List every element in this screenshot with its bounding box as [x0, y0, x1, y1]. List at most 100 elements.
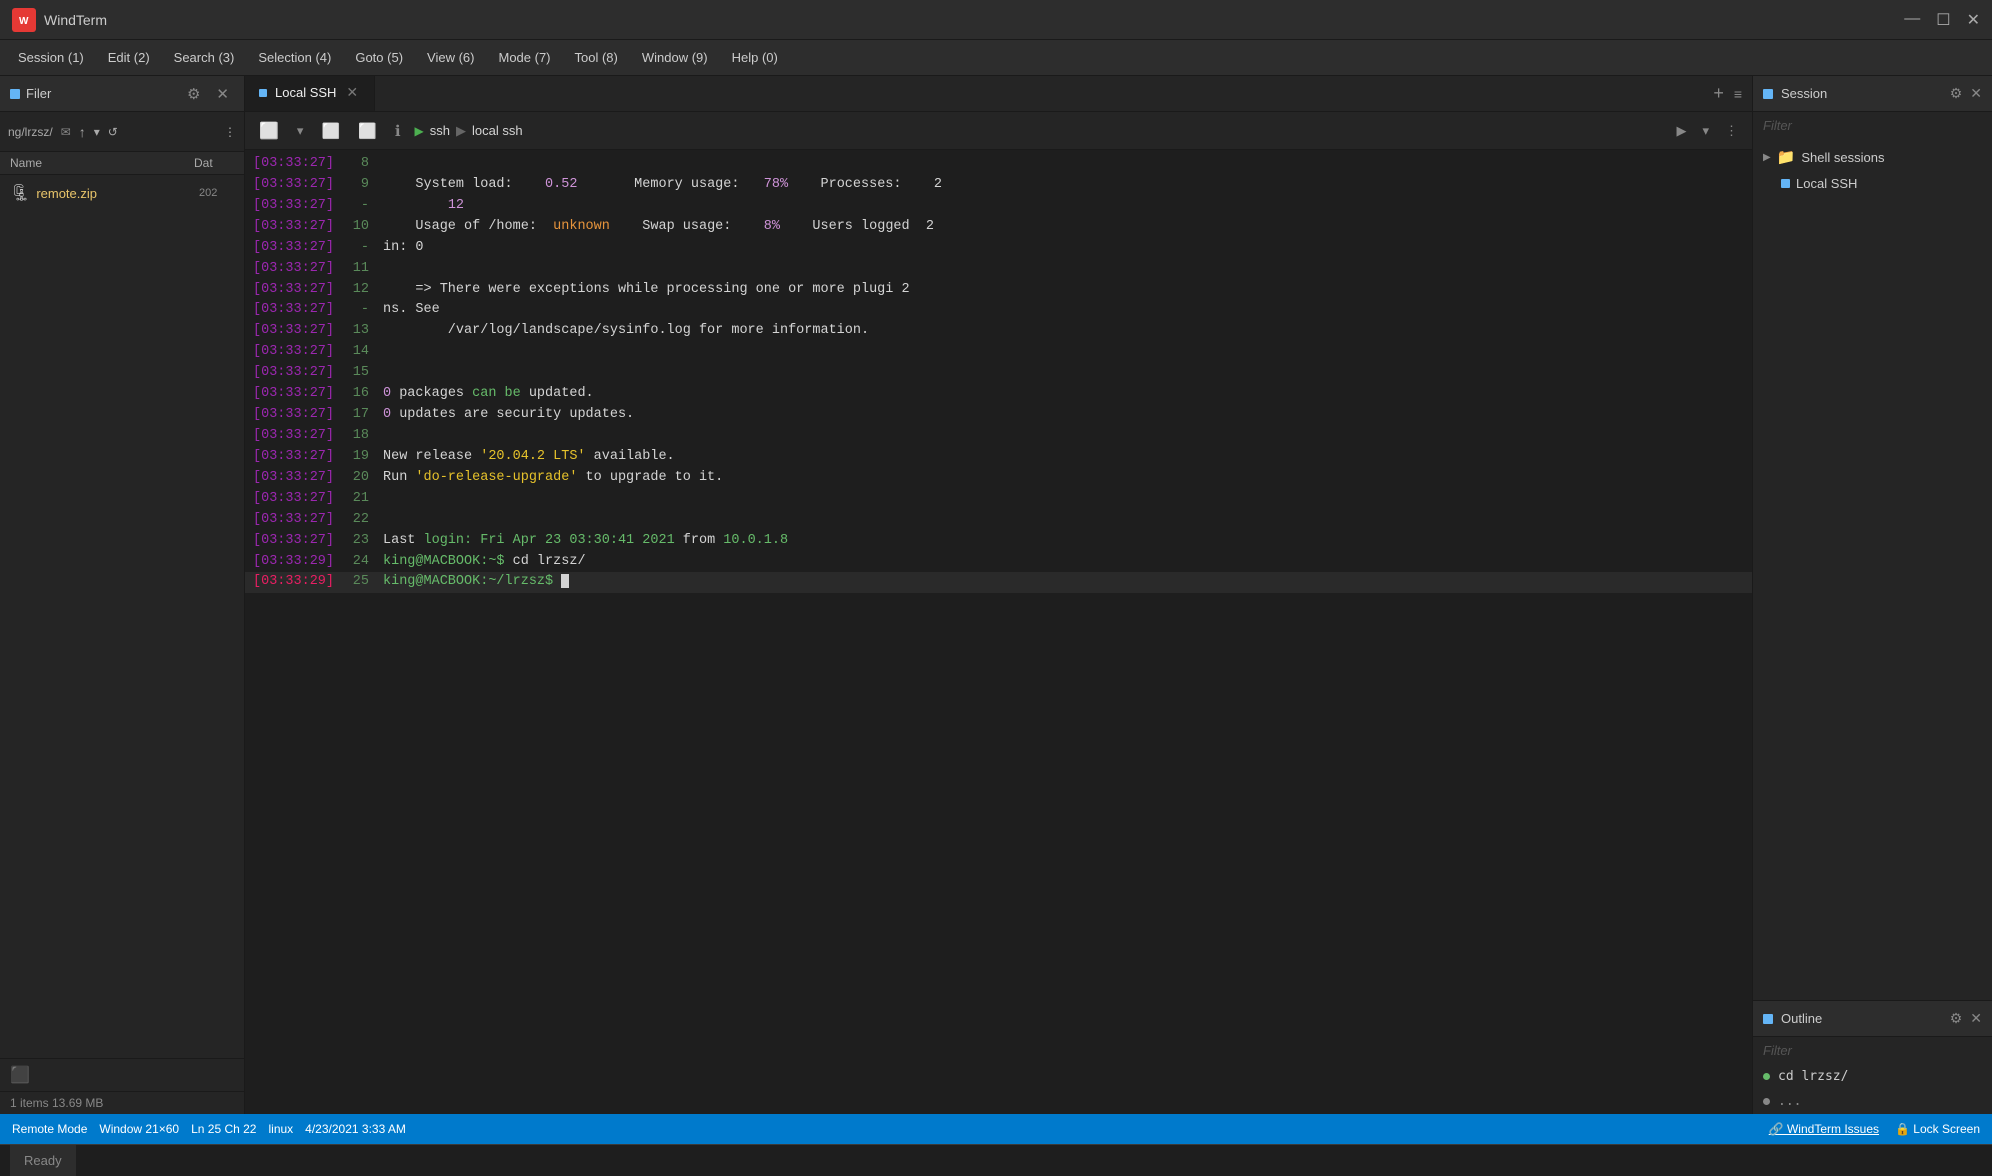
status-datetime[interactable]: 4/23/2021 3:33 AM	[305, 1122, 406, 1136]
terminal-line: [03:33:27] 8	[245, 154, 1752, 175]
menu-window[interactable]: Window (9)	[632, 46, 718, 69]
outline-tab-indicator	[1763, 1014, 1773, 1024]
session-tab-label: Session	[1781, 86, 1942, 101]
status-left: Remote Mode Window 21×60 Ln 25 Ch 22 lin…	[12, 1122, 406, 1136]
terminal-line: [03:33:27] - 12	[245, 196, 1752, 217]
breadcrumb-arrow: ▶	[415, 124, 424, 138]
outline-item-dots[interactable]: ...	[1753, 1089, 1992, 1114]
terminal-line: [03:33:27] 23 Last login: Fri Apr 23 03:…	[245, 531, 1752, 552]
menu-help[interactable]: Help (0)	[722, 46, 788, 69]
filer-refresh-icon[interactable]: ↺	[108, 125, 118, 139]
term-linenum: 21	[333, 489, 369, 510]
filer-dropdown-icon[interactable]: ▾	[94, 125, 100, 139]
menu-search[interactable]: Search (3)	[164, 46, 245, 69]
close-button[interactable]: ✕	[1967, 10, 1980, 30]
maximize-button[interactable]: ☐	[1936, 10, 1950, 30]
term-time: [03:33:27]	[253, 238, 333, 259]
outline-panel: Outline ⚙ ✕ Filter cd lrzsz/ ...	[1753, 1000, 1992, 1114]
terminal-line: [03:33:27] 15	[245, 363, 1752, 384]
menu-edit[interactable]: Edit (2)	[98, 46, 160, 69]
term-text: System load: 0.52 Memory usage: 78% Proc…	[383, 175, 942, 196]
outline-settings-icon[interactable]: ⚙	[1950, 1010, 1963, 1027]
session-settings-icon[interactable]: ⚙	[1950, 85, 1963, 102]
terminal-more-icon[interactable]: ⋮	[1721, 121, 1742, 141]
terminal-line: [03:33:27] 19 New release '20.04.2 LTS' …	[245, 447, 1752, 468]
filer-item[interactable]: 🗜 remote.zip 202	[0, 179, 244, 207]
terminal-line: [03:33:27] 22	[245, 510, 1752, 531]
filer-up-icon[interactable]: ↑	[79, 124, 86, 140]
info-icon[interactable]: ℹ	[391, 120, 405, 142]
outline-item-cd[interactable]: cd lrzsz/	[1753, 1064, 1992, 1089]
split-down-icon[interactable]: ⬜	[354, 120, 381, 142]
outline-close-icon[interactable]: ✕	[1970, 1010, 1982, 1027]
menu-bar: Session (1) Edit (2) Search (3) Selectio…	[0, 40, 1992, 76]
filer-tab-indicator	[10, 89, 20, 99]
terminal-line: [03:33:27] 12 => There were exceptions w…	[245, 280, 1752, 301]
bottom-bar: Ready	[0, 1144, 1992, 1176]
menu-selection[interactable]: Selection (4)	[248, 46, 341, 69]
status-issues-link[interactable]: 🔗 WindTerm Issues	[1769, 1122, 1879, 1136]
menu-view[interactable]: View (6)	[417, 46, 484, 69]
scroll-down-icon[interactable]: ▾	[1698, 121, 1713, 141]
minimize-button[interactable]: —	[1904, 10, 1920, 30]
session-item-local-ssh[interactable]: Local SSH	[1753, 171, 1992, 196]
session-tree: ▶ 📁 Shell sessions Local SSH	[1753, 139, 1992, 1000]
session-group-shell[interactable]: ▶ 📁 Shell sessions	[1753, 143, 1992, 171]
status-remote-mode[interactable]: Remote Mode	[12, 1122, 87, 1136]
session-item-name: Local SSH	[1796, 176, 1857, 191]
toolbar-dropdown-icon[interactable]: ▾	[293, 121, 308, 141]
status-lock-screen[interactable]: 🔒 Lock Screen	[1895, 1122, 1980, 1136]
filer-settings-icon[interactable]: ⚙	[182, 83, 205, 105]
outline-filter: Filter	[1753, 1037, 1992, 1064]
tab-menu-icon[interactable]: ≡	[1734, 86, 1742, 102]
term-time: [03:33:27]	[253, 468, 333, 489]
status-os[interactable]: linux	[268, 1122, 293, 1136]
term-time: [03:33:27]	[253, 384, 333, 405]
filer-close-icon[interactable]: ✕	[211, 83, 234, 105]
terminal-area: Local SSH ✕ + ≡ ⬜ ▾ ⬜ ⬜ ℹ ▶ ssh ▶ local …	[245, 76, 1752, 1114]
breadcrumb-separator: ▶	[456, 123, 466, 139]
session-close-icon[interactable]: ✕	[1970, 85, 1982, 102]
status-window-size[interactable]: Window 21×60	[99, 1122, 179, 1136]
terminal-tab-local-ssh[interactable]: Local SSH ✕	[245, 76, 375, 111]
term-linenum: 23	[333, 531, 369, 552]
filer-content: 🗜 remote.zip 202	[0, 175, 244, 621]
session-group-icon: 📁	[1777, 148, 1796, 166]
new-tab-icon[interactable]: +	[1713, 83, 1724, 104]
status-bar: Remote Mode Window 21×60 Ln 25 Ch 22 lin…	[0, 1114, 1992, 1144]
term-linenum: 19	[333, 447, 369, 468]
menu-tool[interactable]: Tool (8)	[565, 46, 628, 69]
term-text: Usage of /home: unknown Swap usage: 8% U…	[383, 217, 934, 238]
breadcrumb-ssh: ssh	[430, 123, 450, 138]
scroll-right-icon[interactable]: ▶	[1672, 121, 1690, 141]
term-time: [03:33:27]	[253, 217, 333, 238]
term-linenum: 15	[333, 363, 369, 384]
app-icon: W	[12, 8, 36, 32]
status-position[interactable]: Ln 25 Ch 22	[191, 1122, 256, 1136]
new-session-icon[interactable]: ⬜	[255, 119, 283, 143]
filer-more-icon[interactable]: ⋮	[224, 125, 236, 139]
outline-tab-bar: Outline ⚙ ✕	[1753, 1001, 1992, 1037]
terminal-content[interactable]: [03:33:27] 8 [03:33:27] 9 System load: 0…	[245, 150, 1752, 1114]
menu-mode[interactable]: Mode (7)	[488, 46, 560, 69]
term-time: [03:33:27]	[253, 531, 333, 552]
svg-text:W: W	[19, 16, 29, 27]
terminal-line: [03:33:27] 18	[245, 426, 1752, 447]
session-item-indicator	[1781, 179, 1790, 188]
terminal-line: [03:33:27] 9 System load: 0.52 Memory us…	[245, 175, 1752, 196]
session-group-name: Shell sessions	[1801, 150, 1884, 165]
app-title: WindTerm	[44, 12, 1904, 28]
menu-goto[interactable]: Goto (5)	[345, 46, 413, 69]
term-time: [03:33:27]	[253, 510, 333, 531]
term-linenum: 9	[333, 175, 369, 196]
session-tab-bar: Session ⚙ ✕	[1753, 76, 1992, 112]
tab-close-icon[interactable]: ✕	[344, 84, 360, 101]
menu-session[interactable]: Session (1)	[8, 46, 94, 69]
filer-terminal-icon[interactable]: ⬛	[10, 1067, 30, 1084]
term-linenum: 12	[333, 280, 369, 301]
split-right-icon[interactable]: ⬜	[317, 120, 344, 142]
term-time: [03:33:27]	[253, 405, 333, 426]
term-text: king@MACBOOK:~$ cd lrzsz/	[383, 552, 586, 573]
term-time: [03:33:27]	[253, 363, 333, 384]
terminal-line: [03:33:27] 10 Usage of /home: unknown Sw…	[245, 217, 1752, 238]
